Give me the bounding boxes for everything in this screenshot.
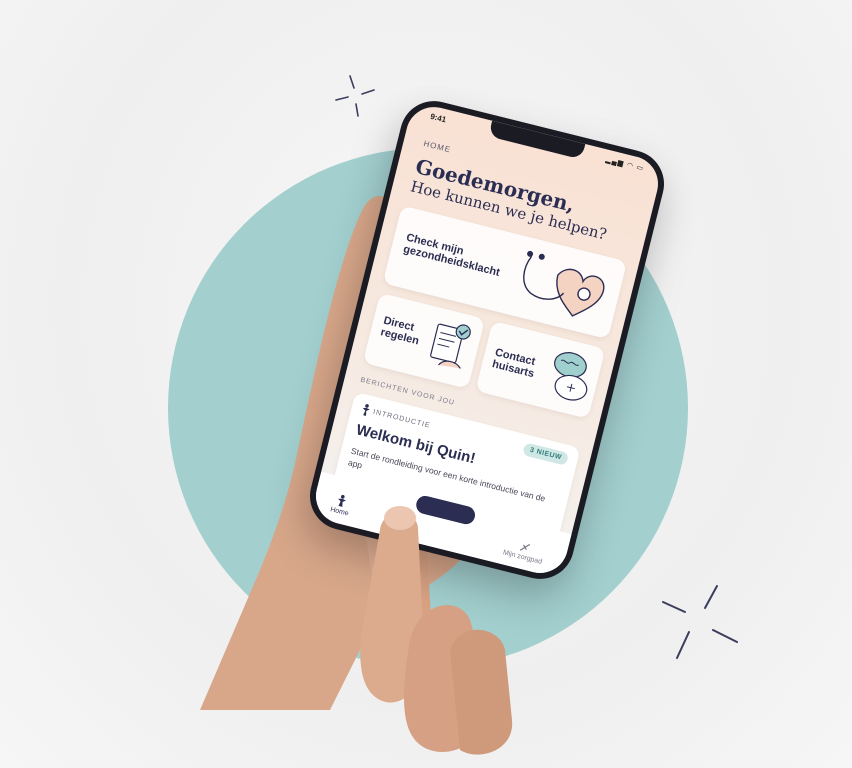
card-direct-regelen[interactable]: Direct regelen: [362, 292, 486, 389]
new-badge: 3 NIEUW: [522, 442, 570, 466]
sparkle-icon: [662, 585, 738, 659]
finger-illustration: [360, 506, 513, 755]
checklist-icon: [430, 323, 471, 369]
chat-bubbles-icon: [554, 352, 588, 401]
status-time: 9:41: [429, 111, 448, 125]
stethoscope-heart-icon: [523, 250, 605, 317]
card-label: Check mijn gezondheidsklacht: [402, 231, 502, 279]
person-icon: [362, 404, 370, 416]
card-contact-huisarts[interactable]: Contact huisarts: [475, 320, 606, 419]
breadcrumb: HOME: [422, 138, 452, 155]
zorgpad-icon: [519, 543, 531, 551]
signal-wifi-battery-icon: ▂▄▆ ◠ ▭: [604, 156, 645, 173]
